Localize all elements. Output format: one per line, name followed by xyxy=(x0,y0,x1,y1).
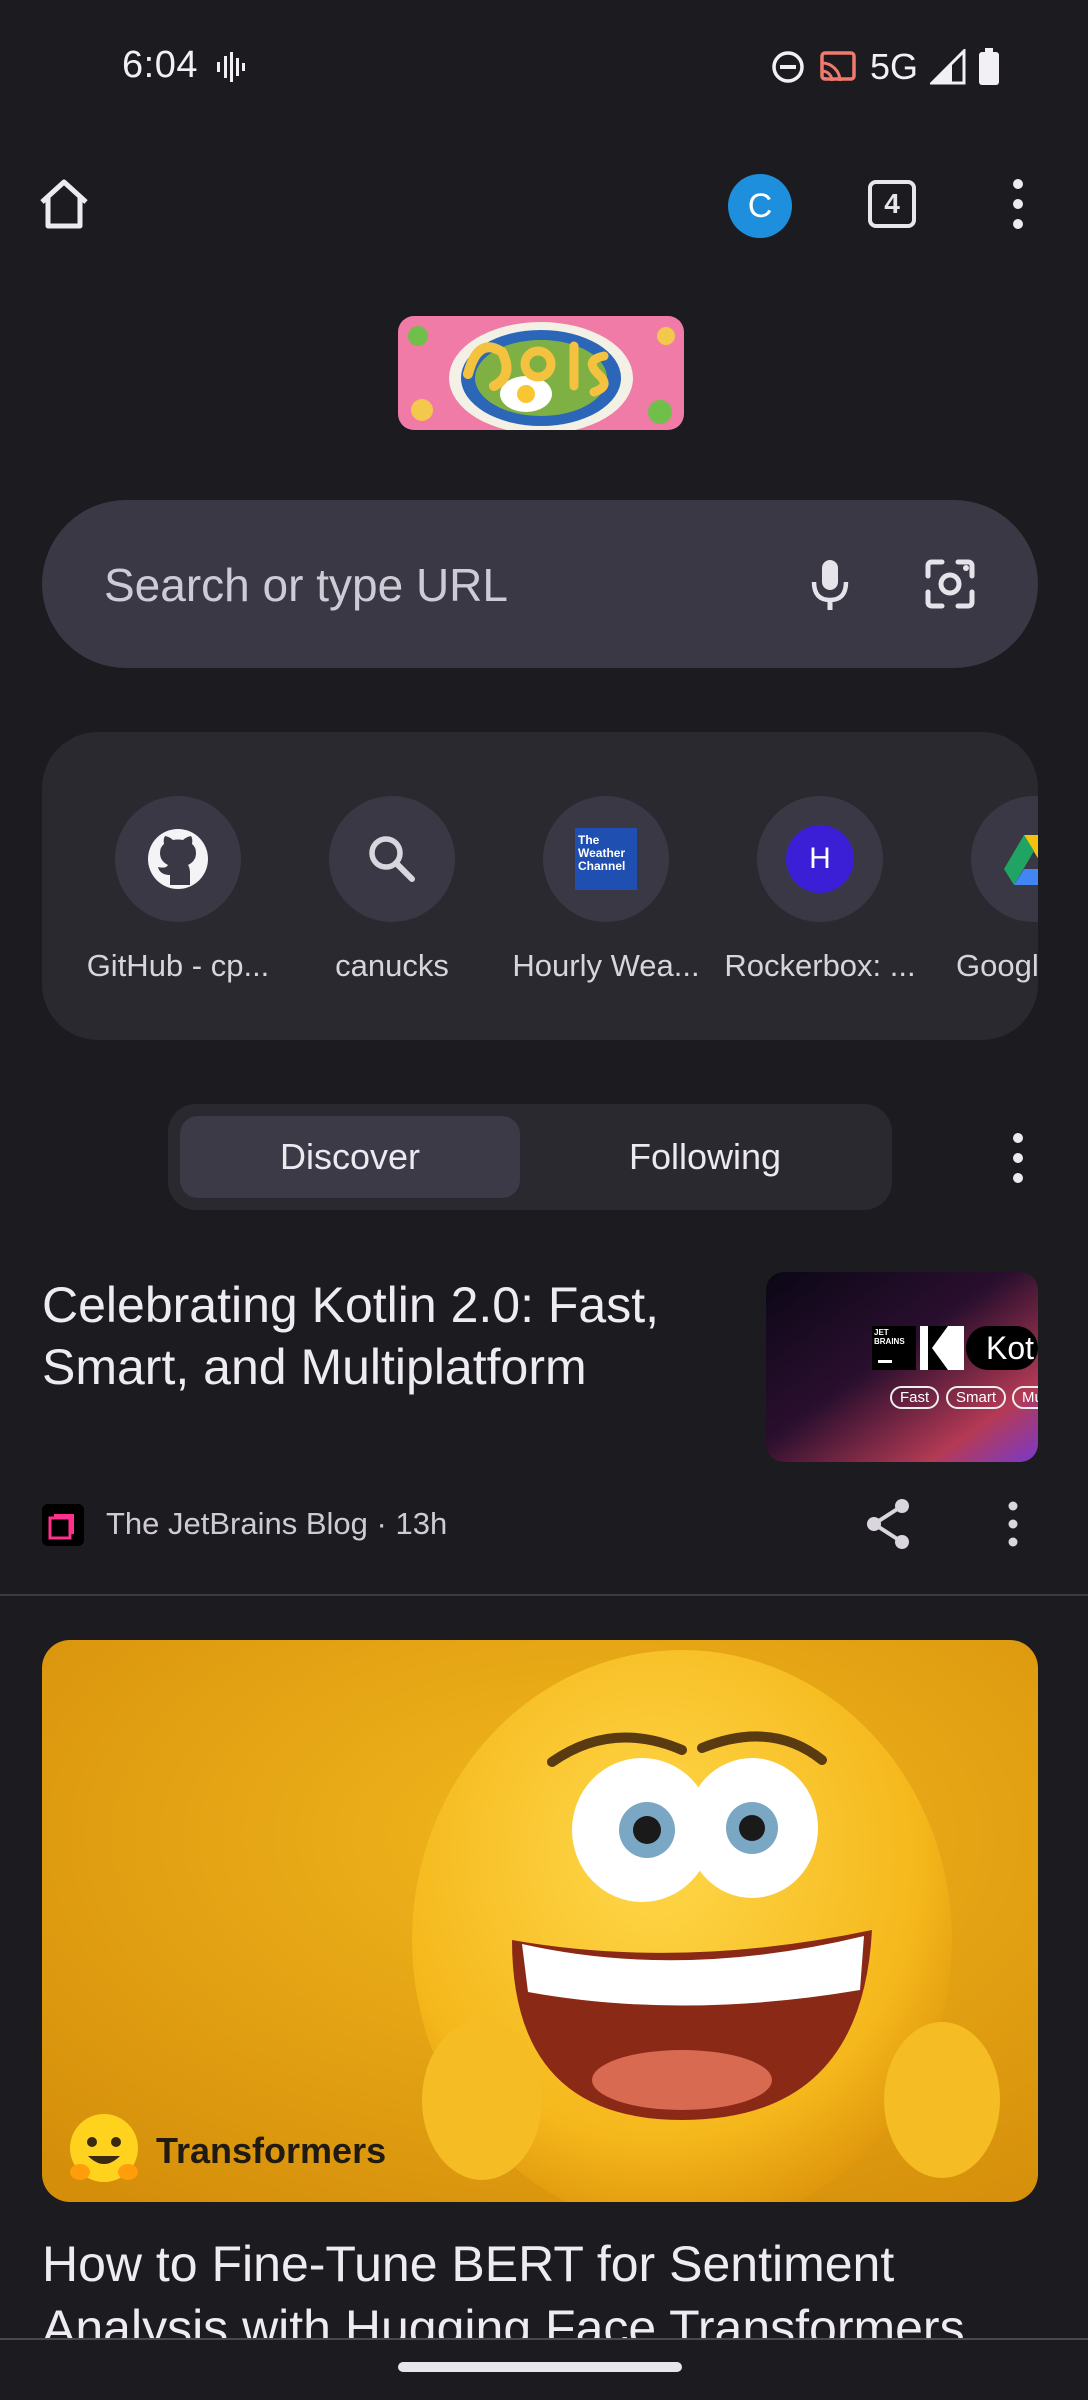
article-thumbnail[interactable]: JET BRAINS Kot Fast Smart Mu xyxy=(766,1272,1038,1462)
network-type: 5G xyxy=(869,46,918,87)
google-drive-icon xyxy=(1004,835,1038,885)
hugging-face-icon xyxy=(70,2114,138,2182)
smiley-illustration xyxy=(42,1640,1038,2202)
letter-icon: H xyxy=(786,825,854,893)
google-doodle[interactable] xyxy=(398,316,684,430)
thumb-brand: JET BRAINS xyxy=(874,1328,905,1346)
weather-icon-bg: The Weather Channel xyxy=(543,796,669,922)
cast-icon xyxy=(820,51,856,82)
tab-following[interactable]: Following xyxy=(530,1116,880,1198)
do-not-disturb-icon xyxy=(772,51,804,83)
divider xyxy=(0,1594,1088,1596)
home-button[interactable] xyxy=(36,176,92,232)
signal-icon xyxy=(930,49,966,85)
status-time: 6:04 xyxy=(122,44,198,86)
thumb-tag: Mu xyxy=(1012,1386,1038,1409)
tab-discover[interactable]: Discover xyxy=(180,1116,520,1198)
search-icon xyxy=(369,836,415,882)
feed-tabs: Discover Following xyxy=(168,1104,892,1210)
shortcut-label: Hourly Wea... xyxy=(512,948,700,983)
search-placeholder: Search or type URL xyxy=(104,559,508,611)
article-options-icon[interactable] xyxy=(998,1498,1028,1550)
github-icon xyxy=(148,829,208,889)
jetbrains-logo-icon xyxy=(42,1504,84,1546)
shortcut-google-drive[interactable]: Google xyxy=(934,796,1038,984)
status-icons: 5G xyxy=(770,46,1000,88)
drive-icon-bg xyxy=(971,796,1038,922)
thumb-name: Kot xyxy=(986,1330,1035,1366)
shortcut-weather-channel[interactable]: The Weather Channel Hourly Wea... xyxy=(506,796,706,984)
search-box[interactable]: Search or type URL xyxy=(42,500,1038,668)
account-avatar[interactable]: C xyxy=(728,174,792,238)
weather-channel-icon: The Weather Channel xyxy=(575,828,637,890)
more-options-button[interactable] xyxy=(1000,176,1036,232)
shortcut-label: canucks xyxy=(335,948,449,983)
shortcut-rockerbox[interactable]: H Rockerbox: ... xyxy=(720,796,920,984)
article-title[interactable]: Celebrating Kotlin 2.0: Fast, Smart, and… xyxy=(42,1274,722,1398)
battery-icon xyxy=(979,48,999,85)
rockerbox-icon-bg: H xyxy=(757,796,883,922)
shortcut-label: Rockerbox: ... xyxy=(724,948,916,983)
feed-options-button[interactable] xyxy=(1000,1130,1036,1186)
article-image[interactable]: Transformers xyxy=(42,1640,1038,2202)
shortcut-label: Google xyxy=(956,948,1038,983)
search-icon-bg xyxy=(329,796,455,922)
lens-camera-icon[interactable] xyxy=(914,548,986,620)
tab-switcher-button[interactable]: 4 xyxy=(868,180,916,228)
shortcut-label: GitHub - cp... xyxy=(86,948,270,983)
chrome-new-tab-page: 6:04 5G C 4 Search or type URL GitHub - … xyxy=(0,0,1088,2400)
image-caption: Transformers xyxy=(156,2130,387,2171)
mic-icon[interactable] xyxy=(794,548,866,620)
shortcut-github[interactable]: GitHub - cp... xyxy=(78,796,278,984)
shortcuts-panel: GitHub - cp... canucks The Weather Chann… xyxy=(42,732,1038,1040)
article-source: The JetBrains Blog · 13h xyxy=(106,1506,448,1541)
vibrate-icon xyxy=(217,52,245,82)
share-icon[interactable] xyxy=(862,1496,914,1552)
thumb-tag: Smart xyxy=(946,1386,1007,1409)
status-bar: 6:04 5G xyxy=(0,0,1088,130)
shortcut-canucks[interactable]: canucks xyxy=(292,796,492,984)
github-icon-bg xyxy=(115,796,241,922)
kotlin-thumbnail-art xyxy=(766,1272,1038,1462)
gesture-handle[interactable] xyxy=(398,2362,682,2372)
thumb-tag: Fast xyxy=(890,1386,940,1409)
